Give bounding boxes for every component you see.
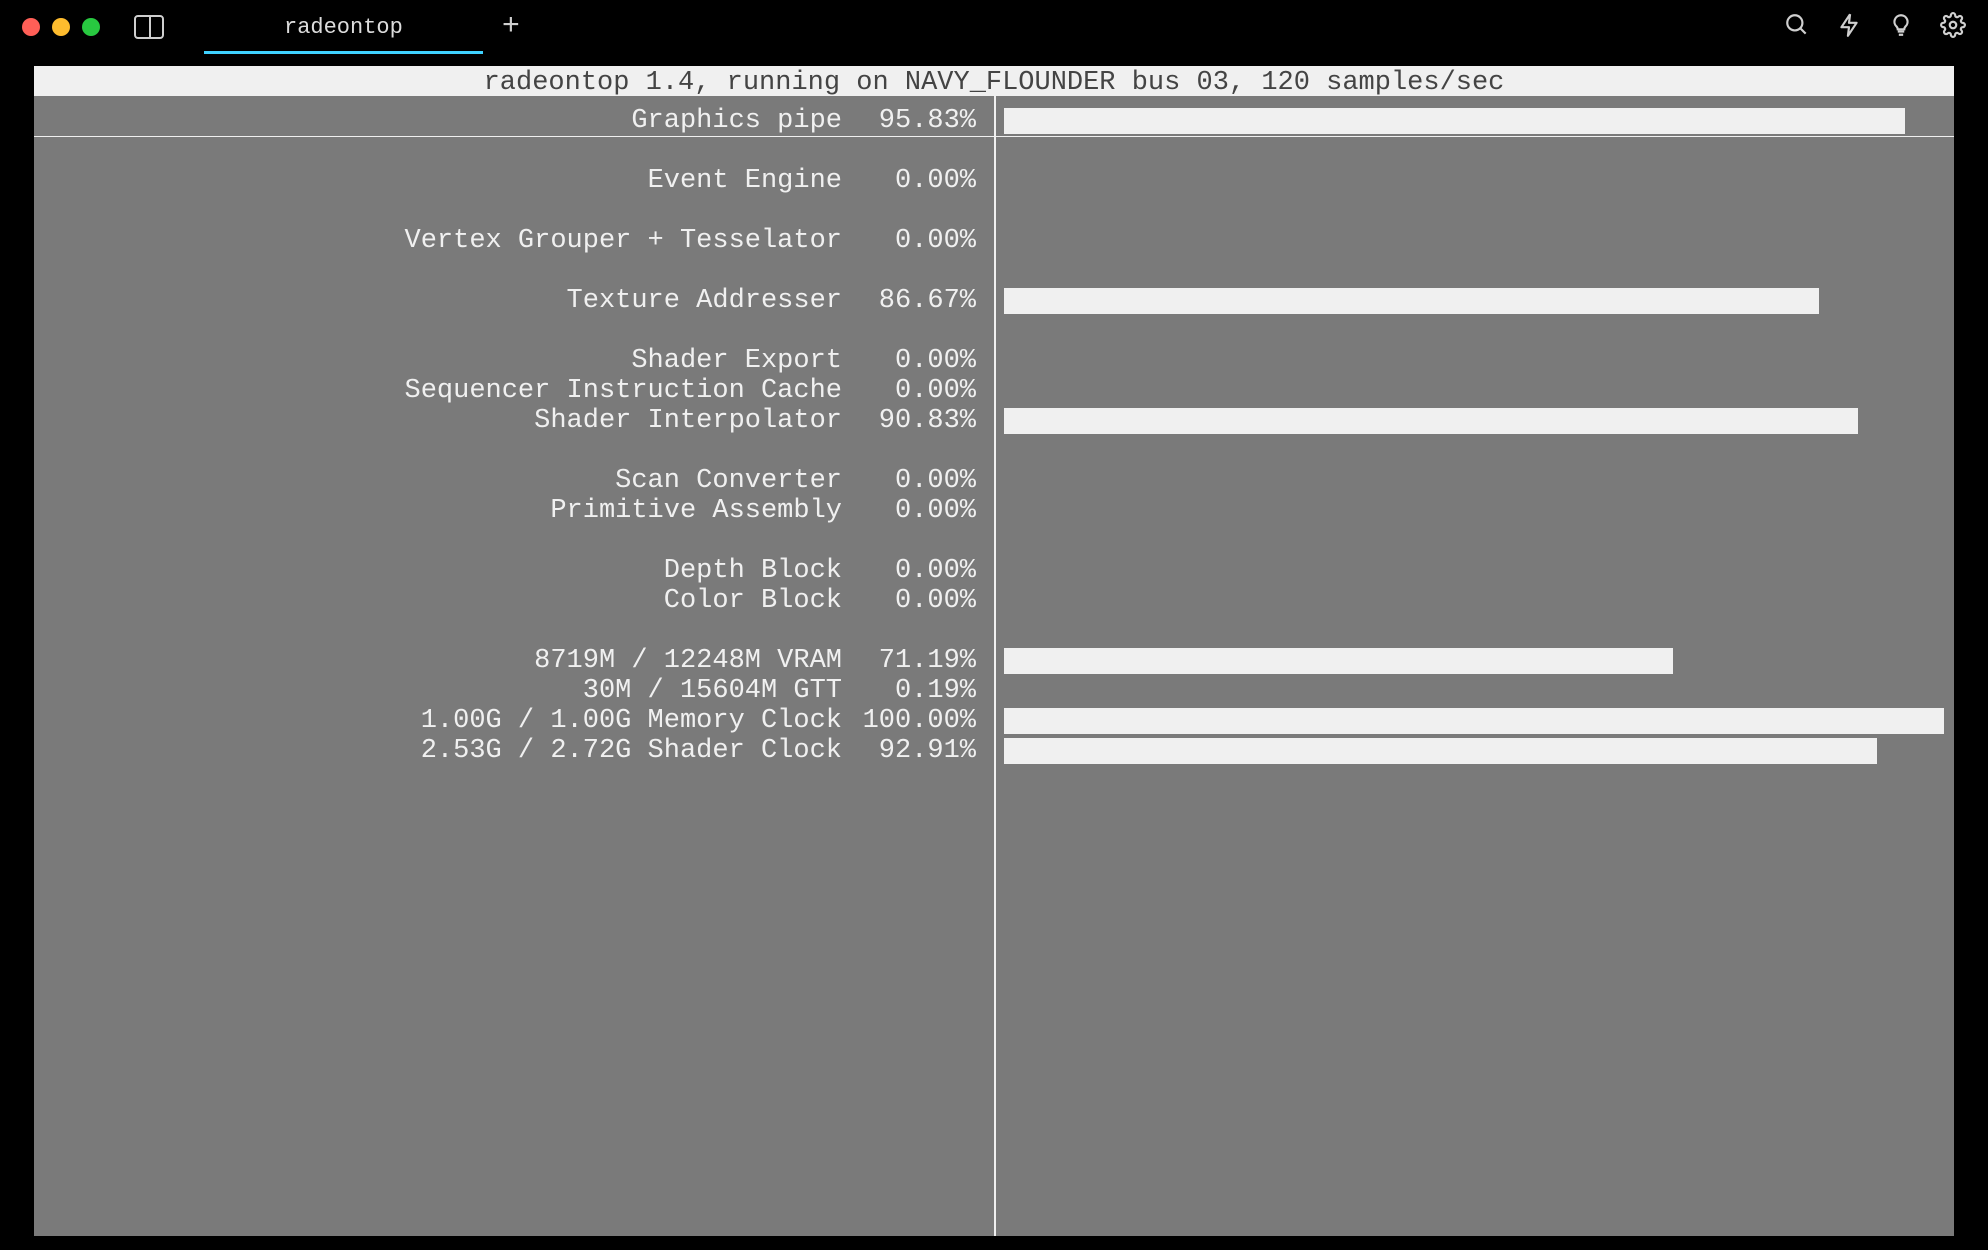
stat-percent: 0.00% — [856, 346, 976, 376]
stat-label: Scan Converter — [615, 466, 842, 496]
search-icon[interactable] — [1784, 12, 1810, 43]
minimize-window-button[interactable] — [52, 18, 70, 36]
vertical-divider — [994, 96, 996, 1236]
stat-percent: 92.91% — [856, 736, 976, 766]
stat-percent: 0.00% — [856, 586, 976, 616]
stat-bar — [1004, 648, 1673, 674]
gear-icon[interactable] — [1940, 12, 1966, 43]
panes-icon[interactable] — [134, 15, 164, 39]
stat-label: 2.53G / 2.72G Shader Clock — [421, 736, 842, 766]
stat-percent: 0.00% — [856, 556, 976, 586]
stat-label: Depth Block — [664, 556, 842, 586]
stat-percent: 0.00% — [856, 166, 976, 196]
stat-bar — [1004, 108, 1905, 134]
stat-percent: 0.00% — [856, 226, 976, 256]
tab-bar: radeontop + — [204, 0, 539, 54]
stat-percent: 0.00% — [856, 376, 976, 406]
stat-label: Color Block — [664, 586, 842, 616]
stat-percent: 0.00% — [856, 496, 976, 526]
traffic-lights — [22, 18, 100, 36]
lightning-icon[interactable] — [1836, 12, 1862, 43]
plus-icon: + — [502, 10, 520, 44]
titlebar: radeontop + — [0, 0, 1988, 54]
section-divider — [34, 136, 1954, 137]
titlebar-actions — [1784, 12, 1966, 43]
stat-percent: 86.67% — [856, 286, 976, 316]
stat-label: 8719M / 12248M VRAM — [534, 646, 842, 676]
stat-percent: 90.83% — [856, 406, 976, 436]
stat-bar — [1004, 408, 1858, 434]
lightbulb-icon[interactable] — [1888, 12, 1914, 43]
stat-percent: 0.19% — [856, 676, 976, 706]
radeontop-stats: Graphics pipe 95.83% Event Engine 0.00% Vert… — [34, 96, 1954, 1236]
stat-label: Texture Addresser — [567, 286, 842, 316]
stat-label: Vertex Grouper + Tesselator — [405, 226, 842, 256]
stat-label: Primitive Assembly — [550, 496, 842, 526]
stat-percent: 95.83% — [856, 106, 976, 136]
stat-bar — [1004, 288, 1819, 314]
stat-label: Event Engine — [648, 166, 842, 196]
stat-bar — [1004, 738, 1877, 764]
stat-label: Shader Interpolator — [534, 406, 842, 436]
stat-bar — [1004, 708, 1944, 734]
stat-label: Shader Export — [631, 346, 842, 376]
stat-percent: 0.00% — [856, 466, 976, 496]
radeontop-header: radeontop 1.4, running on NAVY_FLOUNDER … — [34, 66, 1954, 96]
stat-percent: 71.19% — [856, 646, 976, 676]
tab-title-label: radeontop — [284, 15, 403, 40]
terminal[interactable]: radeontop 1.4, running on NAVY_FLOUNDER … — [34, 66, 1954, 1236]
tab-radeontop[interactable]: radeontop — [204, 0, 483, 54]
close-window-button[interactable] — [22, 18, 40, 36]
stat-percent: 100.00% — [856, 706, 976, 736]
new-tab-button[interactable]: + — [483, 0, 539, 54]
stat-label: 30M / 15604M GTT — [583, 676, 842, 706]
stat-label: 1.00G / 1.00G Memory Clock — [421, 706, 842, 736]
maximize-window-button[interactable] — [82, 18, 100, 36]
stat-label: Sequencer Instruction Cache — [405, 376, 842, 406]
stat-label: Graphics pipe — [631, 106, 842, 136]
